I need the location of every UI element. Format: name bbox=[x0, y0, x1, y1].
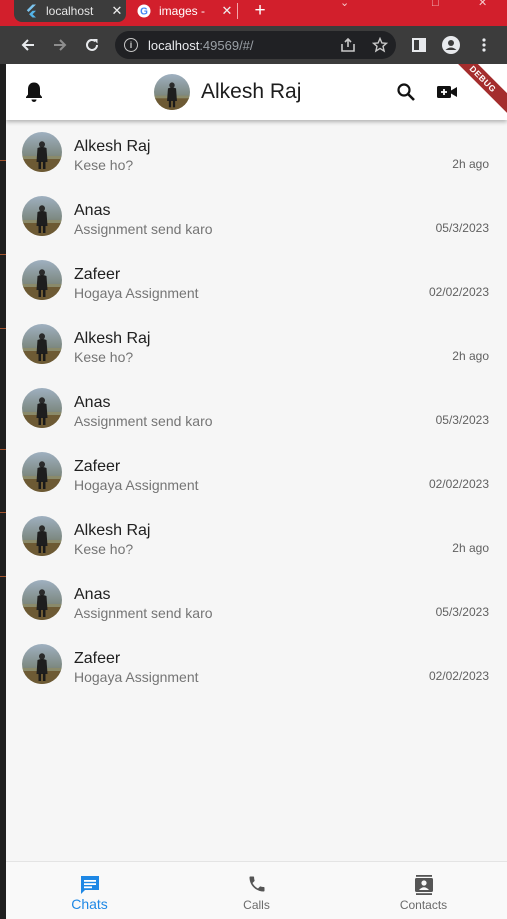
message-time: 02/02/2023 bbox=[428, 669, 489, 683]
video-call-icon[interactable] bbox=[434, 64, 460, 120]
nav-label: Contacts bbox=[399, 898, 448, 912]
nav-chats[interactable]: Chats bbox=[6, 862, 173, 919]
forward-button[interactable] bbox=[47, 26, 73, 64]
address-bar[interactable]: i localhost:49569/#/ bbox=[115, 31, 396, 59]
contact-name: Zafeer bbox=[74, 266, 121, 283]
close-icon[interactable]: ✕ bbox=[218, 3, 236, 19]
nav-contacts[interactable]: Contacts bbox=[340, 862, 507, 919]
last-message: Hogaya Assignment bbox=[74, 285, 199, 301]
more-vert-icon bbox=[482, 38, 486, 52]
avatar[interactable] bbox=[22, 260, 62, 300]
chat-list-item[interactable]: Anas Assignment send karo 05/3/2023 bbox=[6, 376, 507, 440]
last-message: Assignment send karo bbox=[74, 605, 213, 621]
message-time: 2h ago bbox=[452, 541, 489, 555]
avatar[interactable] bbox=[154, 74, 190, 110]
browser-tab-strip: localhost ✕ G images - ✕ + ⌄ □ ✕ bbox=[0, 0, 507, 26]
phone-icon bbox=[173, 874, 340, 896]
app-bar: Alkesh Raj DEBUG bbox=[6, 64, 507, 121]
tab-divider bbox=[237, 3, 238, 19]
avatar[interactable] bbox=[22, 132, 62, 172]
last-message: Assignment send karo bbox=[74, 413, 213, 429]
tab-title: localhost bbox=[46, 4, 94, 18]
chevron-down-icon[interactable]: ⌄ bbox=[340, 0, 349, 9]
tab-title: images - bbox=[159, 4, 206, 18]
notification-bell-icon[interactable] bbox=[22, 64, 46, 120]
last-message: Hogaya Assignment bbox=[74, 669, 199, 685]
contact-name: Zafeer bbox=[74, 650, 121, 667]
url-text: localhost:49569/#/ bbox=[148, 37, 254, 53]
menu-button[interactable] bbox=[471, 26, 497, 64]
avatar[interactable] bbox=[22, 196, 62, 236]
message-time: 05/3/2023 bbox=[435, 413, 489, 427]
chat-list-item[interactable]: Anas Assignment send karo 05/3/2023 bbox=[6, 568, 507, 632]
sidepanel-button[interactable] bbox=[406, 26, 432, 64]
close-icon[interactable]: ✕ bbox=[108, 3, 126, 19]
browser-toolbar: i localhost:49569/#/ bbox=[0, 26, 507, 64]
chat-list: Alkesh Raj Kese ho? 2h ago Anas Assignment s… bbox=[6, 120, 507, 696]
profile-button[interactable] bbox=[438, 26, 464, 64]
back-button[interactable] bbox=[15, 26, 41, 64]
contact-name: Alkesh Raj bbox=[74, 138, 151, 155]
browser-tab-images[interactable]: G images - ✕ bbox=[130, 0, 236, 22]
reload-icon bbox=[86, 38, 98, 51]
contact-name: Zafeer bbox=[74, 458, 121, 475]
info-icon[interactable]: i bbox=[124, 38, 138, 52]
new-tab-button[interactable]: + bbox=[250, 0, 270, 22]
share-icon[interactable] bbox=[337, 31, 359, 59]
chat-icon bbox=[6, 874, 173, 896]
nav-calls[interactable]: Calls bbox=[173, 862, 340, 919]
avatar[interactable] bbox=[22, 644, 62, 684]
message-time: 02/02/2023 bbox=[428, 477, 489, 491]
message-time: 05/3/2023 bbox=[435, 605, 489, 619]
avatar[interactable] bbox=[22, 324, 62, 364]
contact-name: Alkesh Raj bbox=[74, 522, 151, 539]
chat-list-item[interactable]: Alkesh Raj Kese ho? 2h ago bbox=[6, 504, 507, 568]
back-arrow-icon bbox=[21, 39, 34, 51]
last-message: Kese ho? bbox=[74, 157, 134, 173]
message-time: 2h ago bbox=[452, 157, 489, 171]
star-icon[interactable] bbox=[369, 31, 391, 59]
last-message: Assignment send karo bbox=[74, 221, 213, 237]
app-window: Alkesh Raj DEBUG Alkesh Raj Kese ho? 2h ag… bbox=[6, 64, 507, 919]
nav-label: Chats bbox=[71, 896, 108, 912]
svg-text:G: G bbox=[140, 7, 148, 18]
chat-list-item[interactable]: Zafeer Hogaya Assignment 02/02/2023 bbox=[6, 248, 507, 312]
contact-name: Anas bbox=[74, 394, 111, 411]
contact-name: Anas bbox=[74, 202, 111, 219]
message-time: 02/02/2023 bbox=[428, 285, 489, 299]
sidepanel-icon bbox=[412, 38, 426, 52]
contact-name: Anas bbox=[74, 586, 111, 603]
chat-list-item[interactable]: Zafeer Hogaya Assignment 02/02/2023 bbox=[6, 440, 507, 504]
contact-name: Alkesh Raj bbox=[74, 330, 151, 347]
restore-icon[interactable]: □ bbox=[432, 0, 439, 9]
chat-list-item[interactable]: Alkesh Raj Kese ho? 2h ago bbox=[6, 312, 507, 376]
chat-list-item[interactable]: Anas Assignment send karo 05/3/2023 bbox=[6, 184, 507, 248]
forward-arrow-icon bbox=[54, 39, 67, 51]
avatar[interactable] bbox=[22, 580, 62, 620]
search-icon[interactable] bbox=[394, 64, 418, 120]
window-close-icon[interactable]: ✕ bbox=[478, 0, 487, 9]
page-title: Alkesh Raj bbox=[201, 80, 302, 103]
avatar[interactable] bbox=[22, 452, 62, 492]
app-title-group: Alkesh Raj bbox=[154, 74, 301, 110]
chat-list-item[interactable]: Zafeer Hogaya Assignment 02/02/2023 bbox=[6, 632, 507, 696]
message-time: 05/3/2023 bbox=[435, 221, 489, 235]
chat-list-item[interactable]: Alkesh Raj Kese ho? 2h ago bbox=[6, 120, 507, 184]
flutter-icon bbox=[24, 4, 38, 18]
nav-label: Calls bbox=[243, 898, 270, 912]
last-message: Kese ho? bbox=[74, 541, 134, 557]
contacts-icon bbox=[340, 874, 507, 896]
message-time: 2h ago bbox=[452, 349, 489, 363]
last-message: Kese ho? bbox=[74, 349, 134, 365]
profile-icon bbox=[442, 36, 460, 54]
reload-button[interactable] bbox=[79, 26, 105, 64]
bottom-navigation: Chats Calls Contacts bbox=[6, 861, 507, 919]
avatar[interactable] bbox=[22, 516, 62, 556]
google-icon: G bbox=[137, 4, 151, 18]
last-message: Hogaya Assignment bbox=[74, 477, 199, 493]
browser-tab-localhost[interactable]: localhost ✕ bbox=[14, 0, 126, 22]
avatar[interactable] bbox=[22, 388, 62, 428]
